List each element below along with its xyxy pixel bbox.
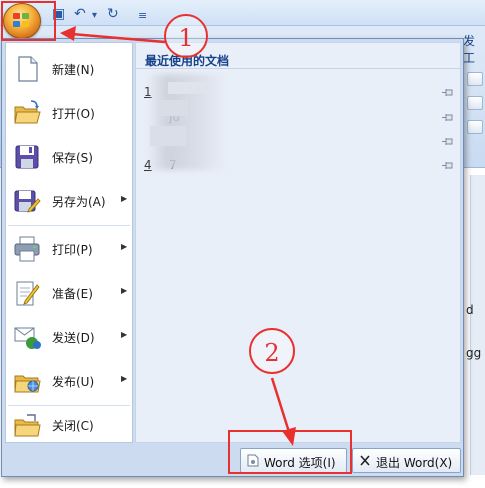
menu-item-label: 发布(U) xyxy=(52,375,95,389)
menu-item-close[interactable]: 关闭(C) xyxy=(6,403,132,447)
close-document-icon xyxy=(14,414,41,437)
menu-item-label: 准备(E) xyxy=(52,287,93,301)
pin-icon[interactable] xyxy=(442,137,454,146)
menu-item-new[interactable]: 新建(N) xyxy=(6,47,132,91)
publish-icon xyxy=(14,375,41,393)
menu-item-prepare[interactable]: 准备(E) ▶ xyxy=(6,271,132,315)
redo-icon[interactable]: ↻ xyxy=(107,7,119,21)
menu-item-open[interactable]: 打开(O) xyxy=(6,91,132,135)
redaction-blur xyxy=(168,82,208,94)
pin-icon[interactable] xyxy=(442,88,454,97)
save-as-icon xyxy=(14,190,41,213)
menu-item-send[interactable]: 发送(D) ▶ xyxy=(6,315,132,359)
redaction-blur xyxy=(160,100,188,116)
save-disk-icon xyxy=(15,145,39,169)
command-pane: 新建(N) 打开(O) 保存(S) 另存为(A) ▶ 打印(P) ▶ 准备(E)… xyxy=(5,42,133,443)
ribbon-button[interactable] xyxy=(467,72,483,86)
menu-item-label: 新建(N) xyxy=(52,63,95,77)
submenu-arrow-icon: ▶ xyxy=(121,330,128,339)
submenu-arrow-icon: ▶ xyxy=(121,194,128,203)
step-2-number: 2 xyxy=(264,339,280,367)
title-bar xyxy=(0,0,485,26)
exit-word-label: 退出 Word(X) xyxy=(376,456,453,470)
redaction-blur xyxy=(150,126,186,146)
highlight-box-word-options xyxy=(228,430,352,474)
submenu-arrow-icon: ▶ xyxy=(121,374,128,383)
menu-item-print[interactable]: 打印(P) ▶ xyxy=(6,227,132,271)
step-1-marker: 1 xyxy=(164,14,208,58)
menu-item-label: 发送(D) xyxy=(52,331,95,345)
exit-word-button[interactable]: 退出 Word(X) xyxy=(352,448,461,473)
menu-item-save-as[interactable]: 另存为(A) ▶ xyxy=(6,179,132,223)
printer-icon xyxy=(14,236,40,262)
document-text: gg xyxy=(466,346,482,360)
customize-toolbar-icon[interactable]: ≡ xyxy=(138,9,147,23)
office-menu: 新建(N) 打开(O) 保存(S) 另存为(A) ▶ 打印(P) ▶ 准备(E)… xyxy=(1,38,464,477)
submenu-arrow-icon: ▶ xyxy=(121,242,128,251)
undo-dropdown-icon[interactable]: ▾ xyxy=(92,9,97,23)
menu-item-label: 保存(S) xyxy=(52,151,93,165)
close-x-icon xyxy=(360,455,370,466)
step-1-number: 1 xyxy=(178,24,194,52)
menu-item-label: 打印(P) xyxy=(52,243,93,257)
menu-item-publish[interactable]: 发布(U) ▶ xyxy=(6,359,132,403)
pin-icon[interactable] xyxy=(442,161,454,170)
menu-item-label: 关闭(C) xyxy=(52,419,94,433)
pin-icon[interactable] xyxy=(442,113,454,122)
menu-item-label: 打开(O) xyxy=(52,107,95,121)
highlight-box-office-button xyxy=(1,1,56,41)
vertical-ruler xyxy=(470,175,485,475)
menu-item-label: 另存为(A) xyxy=(52,195,106,209)
prepare-document-icon xyxy=(16,281,40,306)
undo-icon[interactable]: ↶ xyxy=(74,7,86,21)
menu-divider xyxy=(8,225,130,226)
new-document-icon xyxy=(18,56,38,82)
send-icon xyxy=(14,327,41,349)
open-folder-icon xyxy=(14,100,41,124)
menu-item-save[interactable]: 保存(S) xyxy=(6,135,132,179)
ribbon-button[interactable] xyxy=(467,120,483,134)
document-text: d xyxy=(466,303,474,317)
ribbon-button[interactable] xyxy=(467,96,483,110)
step-2-marker: 2 xyxy=(249,328,295,374)
submenu-arrow-icon: ▶ xyxy=(121,286,128,295)
ribbon-tab-label[interactable]: 发工 xyxy=(463,32,485,66)
